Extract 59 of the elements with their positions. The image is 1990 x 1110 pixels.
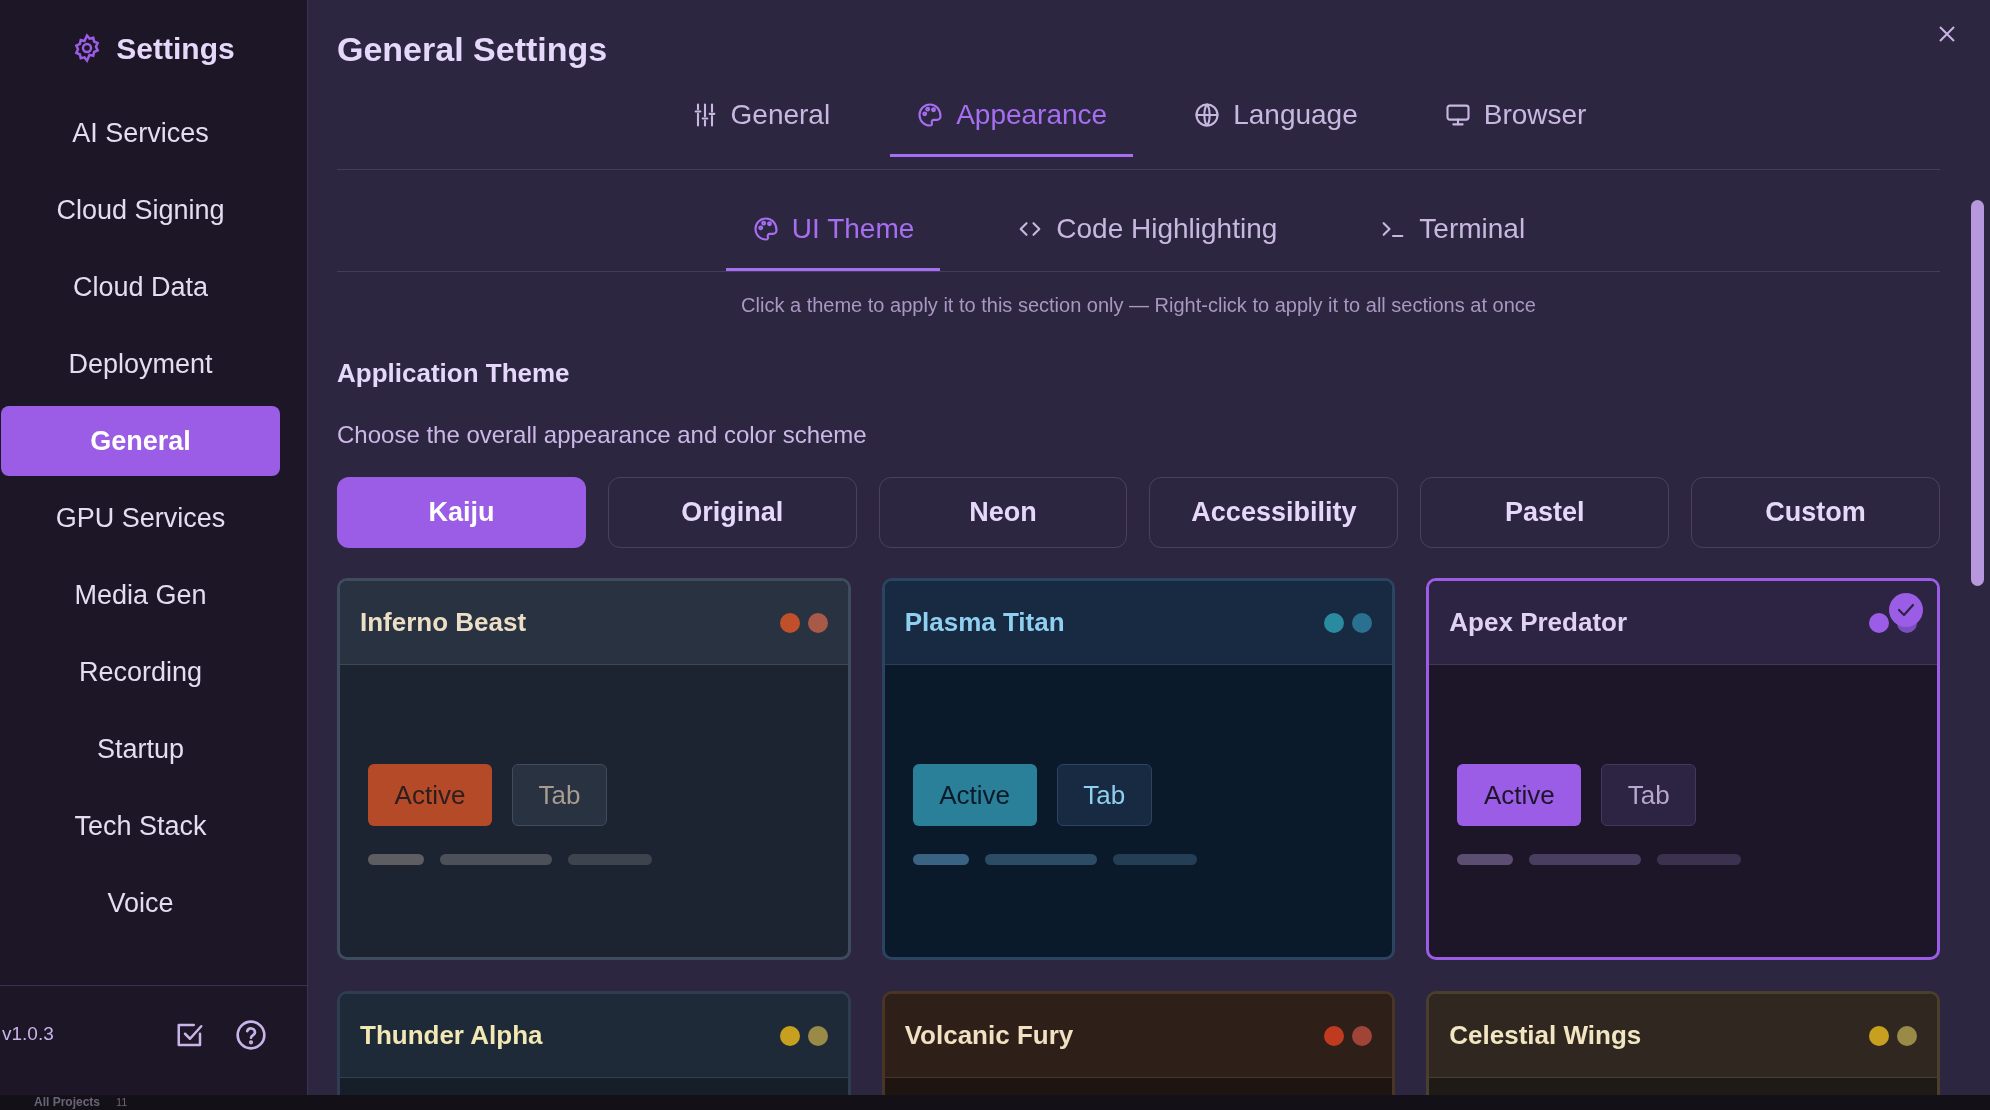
placeholder-bar [1457, 854, 1514, 865]
active-tab-preview: Active [912, 764, 1037, 826]
theme-preset-tab[interactable]: Pastel [1420, 477, 1670, 548]
tab[interactable]: Appearance [890, 94, 1134, 157]
tab[interactable]: Language [1167, 94, 1384, 157]
tab[interactable]: UI Theme [725, 208, 941, 271]
sidebar-item[interactable]: Startup [1, 714, 280, 784]
sidebar-item[interactable]: AI Services [1, 98, 280, 168]
background-window-label: All Projects [34, 1096, 101, 1109]
palette-icon [916, 101, 945, 129]
sidebar-item[interactable]: Cloud Data [1, 252, 280, 322]
tab[interactable]: Code Highlighting [990, 208, 1304, 271]
close-icon[interactable] [1937, 24, 1957, 44]
theme-card[interactable]: Thunder Alpha [337, 991, 851, 1095]
placeholder-bar [368, 854, 424, 865]
tab[interactable]: General [664, 94, 857, 157]
theme-name: Apex Predator [1449, 606, 1628, 639]
theme-name: Plasma Titan [904, 606, 1065, 639]
sidebar-title: Settings [116, 30, 235, 67]
palette-icon [751, 215, 780, 243]
sidebar-item[interactable]: Media Gen [1, 560, 280, 630]
hint-text: Click a theme to apply it to this section only — Right-click to apply it to all sections at once [740, 293, 1537, 318]
sidebar-item[interactable]: Deployment [1, 329, 280, 399]
sidebar-item[interactable]: Cloud Signing [1, 175, 280, 245]
scrollbar[interactable] [1971, 200, 1984, 586]
theme-card[interactable]: Volcanic Fury [881, 991, 1396, 1095]
active-tab-preview: Active [368, 764, 492, 826]
page-title: General Settings [337, 29, 609, 70]
theme-preset-tab[interactable]: Neon [878, 477, 1128, 548]
theme-card[interactable]: Apex Predator Active Tab [1426, 578, 1940, 960]
tab[interactable]: Terminal [1353, 208, 1552, 271]
theme-name: Volcanic Fury [904, 1019, 1074, 1052]
tab-preview: Tab [512, 764, 607, 826]
sidebar-item[interactable]: Recording [1, 637, 280, 707]
sidebar-item[interactable]: General [1, 406, 280, 476]
active-tab-preview: Active [1457, 764, 1582, 826]
theme-name: Thunder Alpha [360, 1019, 543, 1052]
theme-card[interactable]: Inferno Beast Active Tab [337, 578, 851, 960]
theme-preset-tab[interactable]: Accessibility [1149, 477, 1399, 548]
tab-preview: Tab [1601, 764, 1697, 826]
theme-preset-tab[interactable]: Kaiju [337, 477, 586, 548]
section-subtitle: Choose the overall appearance and color scheme [337, 420, 868, 450]
checkmark-badge-icon [1889, 593, 1923, 627]
sidebar-item[interactable]: GPU Services [1, 483, 280, 553]
theme-name: Inferno Beast [360, 606, 527, 639]
theme-card[interactable]: Plasma Titan Active Tab [881, 578, 1396, 960]
version-label: v1.0.3 [2, 1022, 54, 1047]
theme-card[interactable]: Celestial Wings [1426, 991, 1940, 1095]
theme-name: Celestial Wings [1449, 1019, 1642, 1052]
theme-preset-tab[interactable]: Original [607, 477, 857, 548]
tab[interactable]: Browser [1417, 94, 1613, 157]
tab-preview: Tab [1056, 764, 1152, 826]
help-icon[interactable] [235, 1018, 267, 1051]
theme-preset-tab[interactable]: Custom [1691, 477, 1940, 548]
sidebar-item[interactable]: Tech Stack [1, 791, 280, 861]
placeholder-bar [912, 854, 969, 865]
sidebar-item[interactable]: Voice [1, 868, 280, 938]
background-window-count: 11 [116, 1096, 128, 1109]
section-title: Application Theme [337, 357, 571, 390]
